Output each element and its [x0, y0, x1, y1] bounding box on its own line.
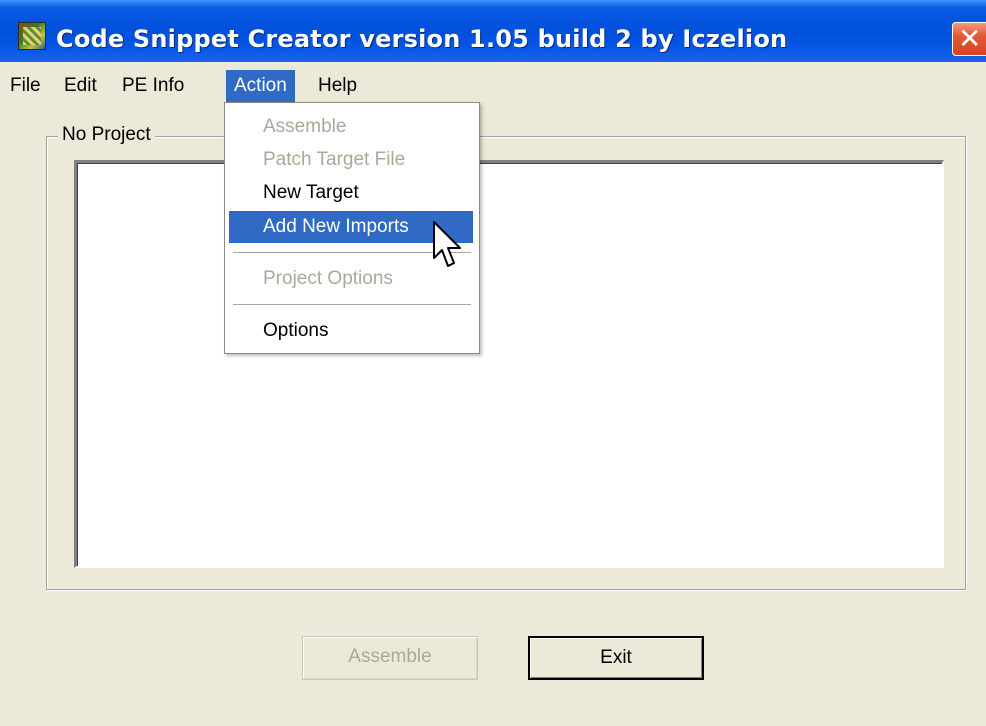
menu-help[interactable]: Help [318, 70, 357, 102]
menu-action[interactable]: Action [226, 70, 295, 102]
mouse-pointer-icon [433, 221, 461, 267]
menu-item-assemble: Assemble [263, 116, 347, 137]
close-button[interactable]: ✕ [952, 22, 986, 56]
menu-pe-info[interactable]: PE Info [122, 70, 184, 102]
title-bar[interactable]: Code Snippet Creator version 1.05 build … [0, 0, 986, 62]
menu-item-new-target[interactable]: New Target [229, 177, 473, 209]
code-editor[interactable] [74, 160, 944, 568]
menu-item-options[interactable]: Options [229, 315, 473, 347]
menu-file[interactable]: File [10, 70, 41, 102]
app-icon[interactable] [18, 22, 46, 50]
menu-bar: File Edit PE Info Action Help [0, 62, 986, 106]
menu-separator [233, 304, 471, 305]
assemble-button: Assemble [302, 636, 478, 680]
close-icon: ✕ [958, 22, 982, 55]
menu-item-patch-target-file: Patch Target File [263, 149, 406, 170]
exit-button[interactable]: Exit [528, 636, 704, 680]
window-title: Code Snippet Creator version 1.05 build … [56, 25, 788, 53]
menu-edit[interactable]: Edit [64, 70, 97, 102]
group-label: No Project [58, 122, 155, 148]
